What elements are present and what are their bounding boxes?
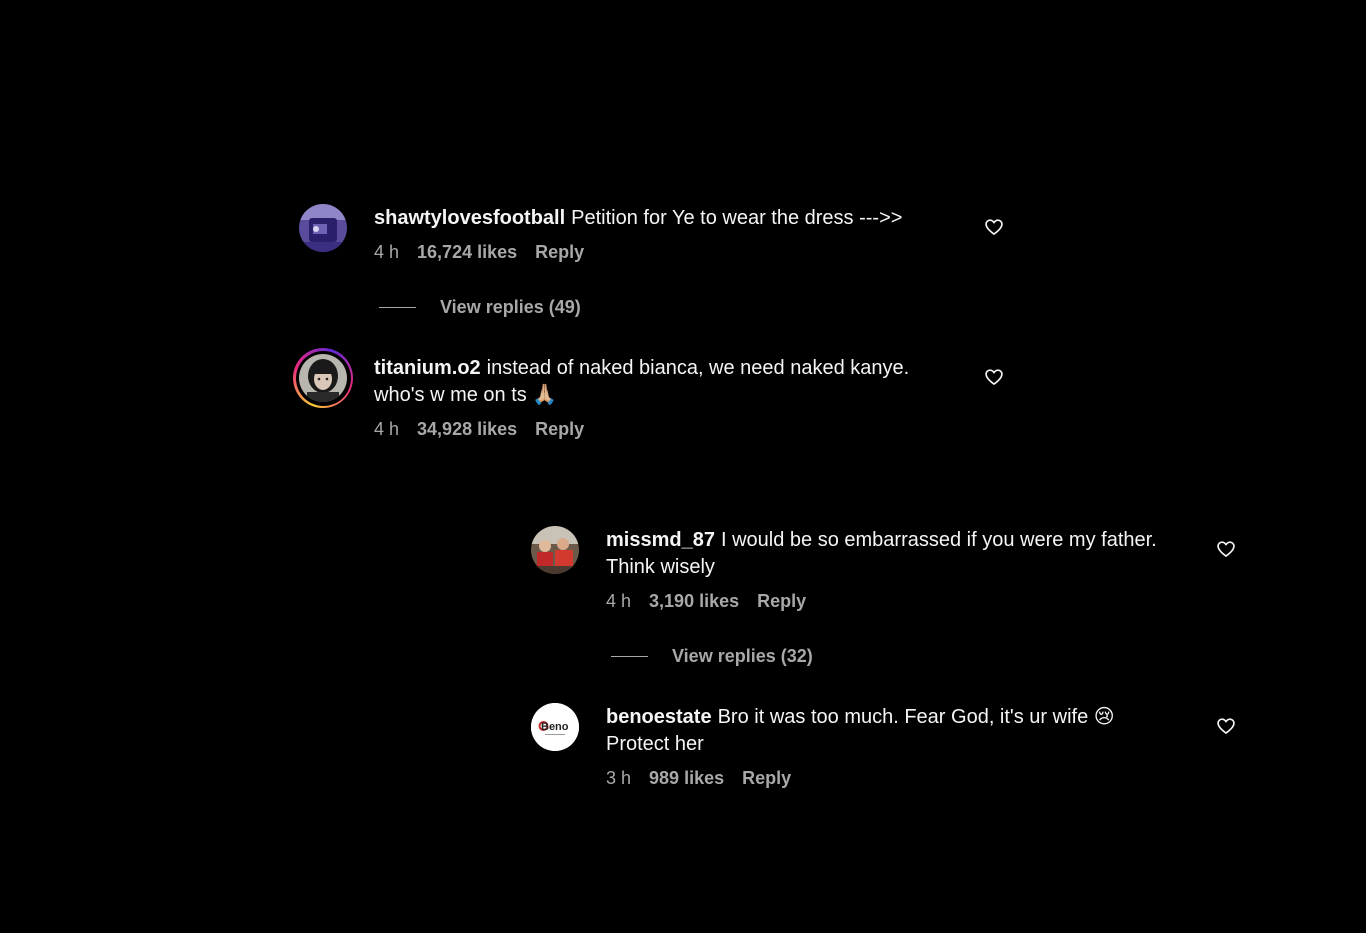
comment-text-line: missmd_87 I would be so embarrassed if yo… — [606, 527, 1166, 581]
comment-text-line: titanium.o2 instead of naked bianca, we n… — [374, 355, 964, 409]
view-replies-button[interactable]: View replies (32) — [611, 646, 813, 667]
comment-likes[interactable]: 34,928 likes — [417, 419, 517, 440]
comment-username[interactable]: benoestate — [606, 706, 712, 728]
comment-body: missmd_87 I would be so embarrassed if yo… — [606, 526, 1166, 612]
comment-likes[interactable]: 3,190 likes — [649, 591, 739, 612]
comment-meta: 3 h 989 likes Reply — [606, 768, 1166, 789]
heart-icon[interactable] — [984, 367, 1004, 387]
comment-body: benoestate Bro it was too much. Fear God,… — [606, 703, 1166, 789]
view-replies-button[interactable]: View replies (49) — [379, 297, 581, 318]
comment-body: shawtylovesfootball Petition for Ye to we… — [374, 204, 902, 263]
comment-likes[interactable]: 16,724 likes — [417, 242, 517, 263]
comment-text-line: benoestate Bro it was too much. Fear God,… — [606, 704, 1166, 758]
avatar[interactable]: Beno — [531, 703, 579, 751]
reply-button[interactable]: Reply — [535, 419, 584, 440]
view-replies-label: View replies (32) — [672, 646, 813, 666]
comment-username[interactable]: missmd_87 — [606, 529, 715, 551]
comment-time[interactable]: 4 h — [374, 242, 399, 263]
heart-icon[interactable] — [984, 217, 1004, 237]
comment-meta: 4 h 3,190 likes Reply — [606, 591, 1166, 612]
comment-titanium-o2: titanium.o2 instead of naked bianca, we n… — [293, 348, 964, 440]
comment-benoestate: Beno benoestate Bro it was too much. Fear… — [531, 703, 1166, 789]
heart-icon[interactable] — [1216, 716, 1236, 736]
view-replies-line — [379, 307, 416, 308]
comment-missmd-87: missmd_87 I would be so embarrassed if yo… — [531, 526, 1166, 612]
comment-shawtylovesfootball: shawtylovesfootball Petition for Ye to we… — [299, 204, 902, 263]
svg-text:Beno: Beno — [541, 721, 569, 733]
comment-time[interactable]: 4 h — [374, 419, 399, 440]
view-replies-line — [611, 656, 648, 657]
comment-meta: 4 h 16,724 likes Reply — [374, 242, 902, 263]
heart-icon[interactable] — [1216, 539, 1236, 559]
beno-logo: Beno — [531, 703, 579, 751]
comment-username[interactable]: shawtylovesfootball — [374, 207, 565, 229]
comment-time[interactable]: 4 h — [606, 591, 631, 612]
reply-button[interactable]: Reply — [535, 242, 584, 263]
comment-time[interactable]: 3 h — [606, 768, 631, 789]
comment-meta: 4 h 34,928 likes Reply — [374, 419, 964, 440]
avatar[interactable] — [531, 526, 579, 574]
comment-text: Petition for Ye to wear the dress --->> — [571, 207, 903, 229]
view-replies-label: View replies (49) — [440, 297, 581, 317]
avatar-story-ring[interactable] — [293, 348, 353, 408]
avatar[interactable] — [299, 204, 347, 252]
reply-button[interactable]: Reply — [757, 591, 806, 612]
comment-username[interactable]: titanium.o2 — [374, 357, 481, 379]
reply-button[interactable]: Reply — [742, 768, 791, 789]
comment-text-line: shawtylovesfootball Petition for Ye to we… — [374, 205, 902, 232]
comment-likes[interactable]: 989 likes — [649, 768, 724, 789]
avatar — [299, 354, 347, 402]
comment-body: titanium.o2 instead of naked bianca, we n… — [374, 354, 964, 440]
